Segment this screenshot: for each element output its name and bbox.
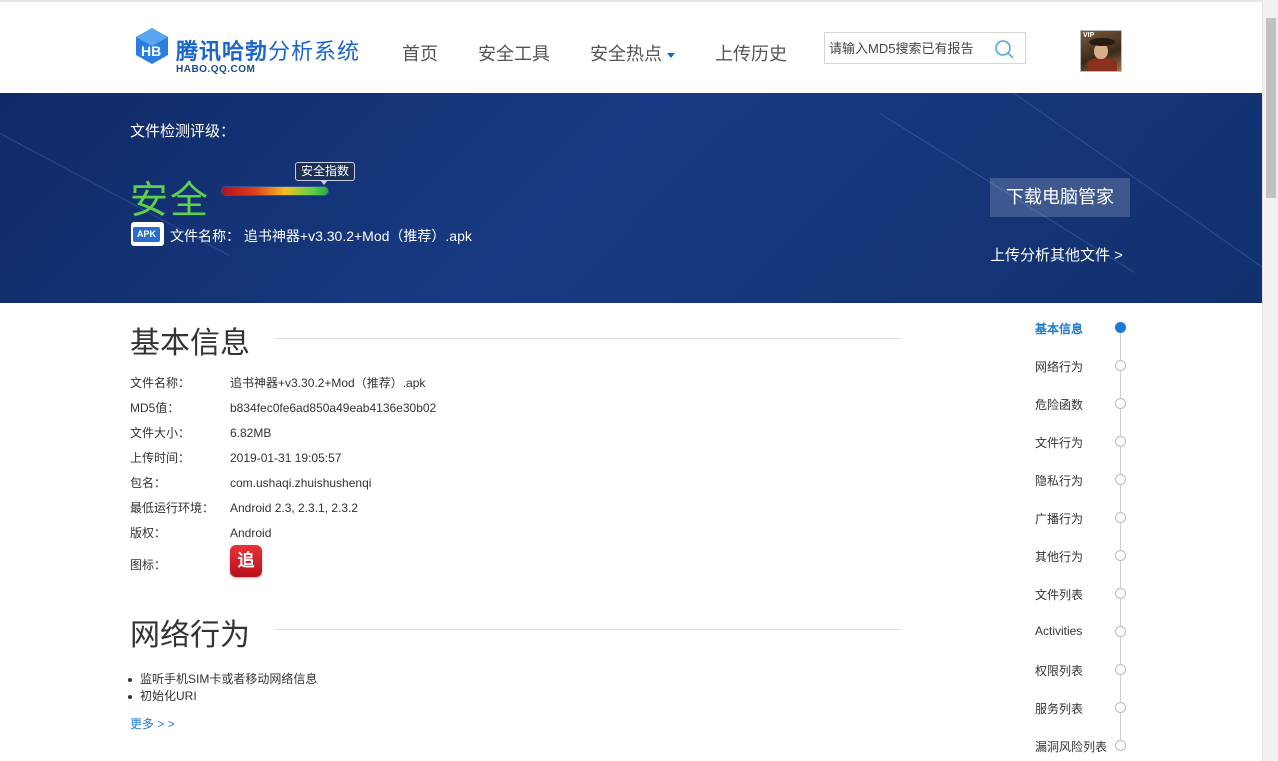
safety-index-tag: 安全指数 xyxy=(295,162,356,185)
banner-file-name: 文件名称： 追书神器+v3.30.2+Mod（推荐）.apk xyxy=(170,228,472,244)
safety-meter xyxy=(222,187,328,195)
top-header: HB 腾讯哈勃分析系统 HABO.QQ.COM 首页 安全工具 安全热点 上传历… xyxy=(0,0,1262,93)
side-nav-broadcast[interactable]: 广播行为 xyxy=(1035,510,1083,527)
search-icon[interactable] xyxy=(993,39,1015,59)
info-row-package: 包名： com.ushaqi.zhuishushenqi xyxy=(130,474,371,491)
app-icon: 追 xyxy=(230,545,262,577)
more-link[interactable]: 更多 > > xyxy=(130,715,175,732)
info-row-file-name: 文件名称： 追书神器+v3.30.2+Mod（推荐）.apk xyxy=(130,374,425,391)
section-divider xyxy=(275,338,901,339)
vip-badge: VIP xyxy=(1083,32,1095,39)
side-nav-permissions[interactable]: 权限列表 xyxy=(1035,662,1083,679)
list-item: 监听手机SIM卡或者移动网络信息 xyxy=(127,672,318,686)
side-nav-dot[interactable] xyxy=(1115,588,1126,599)
side-nav-dot[interactable] xyxy=(1115,436,1126,447)
result-banner: 文件检测评级： 安全 安全指数 APK 文件名称： 追书神器+v3.30.2+M… xyxy=(0,93,1262,303)
logo-title-light: 分析系统 xyxy=(268,39,361,64)
info-value: com.ushaqi.zhuishushenqi xyxy=(230,476,372,490)
nav-security-tools[interactable]: 安全工具 xyxy=(478,40,550,66)
info-key: 包名： xyxy=(130,476,167,490)
side-nav-file-list[interactable]: 文件列表 xyxy=(1035,586,1083,603)
info-key: MD5值： xyxy=(130,401,180,415)
habo-logo[interactable]: HB 腾讯哈勃分析系统 HABO.QQ.COM xyxy=(132,24,372,76)
info-row-icon: 图标： xyxy=(130,556,230,573)
info-value: b834fec0fe6ad850a49eab4136e30b02 xyxy=(230,401,437,415)
info-row-upload-time: 上传时间： 2019-01-31 19:05:57 xyxy=(130,449,341,466)
info-row-file-size: 文件大小： 6.82MB xyxy=(130,424,271,441)
rating-label: 文件检测评级： xyxy=(130,123,236,140)
info-value: Android xyxy=(230,526,272,540)
side-nav-dot[interactable] xyxy=(1115,664,1126,675)
side-nav-timeline xyxy=(1120,328,1121,746)
nav-home[interactable]: 首页 xyxy=(402,40,438,66)
info-value: 2019-01-31 19:05:57 xyxy=(230,451,342,465)
basic-info-title: 基本信息 xyxy=(130,327,250,360)
apk-file-icon-text: APK xyxy=(133,227,160,242)
chevron-down-icon xyxy=(667,52,675,58)
nav-security-hotspots[interactable]: 安全热点 xyxy=(590,40,675,66)
side-nav-dot[interactable] xyxy=(1115,474,1126,485)
section-divider xyxy=(275,629,901,630)
download-pc-manager-button[interactable]: 下载电脑管家 xyxy=(990,178,1130,217)
nav-upload-history[interactable]: 上传历史 xyxy=(715,40,787,66)
side-nav-dot[interactable] xyxy=(1115,626,1126,637)
info-row-min-env: 最低运行环境： Android 2.3, 2.3.1, 2.3.2 xyxy=(130,499,358,516)
md5-search-box xyxy=(824,32,1026,64)
rating-value: 安全 xyxy=(130,180,211,222)
info-value: 6.82MB xyxy=(230,426,272,440)
info-key: 最低运行环境： xyxy=(130,501,215,515)
side-nav-privacy[interactable]: 隐私行为 xyxy=(1035,472,1083,489)
info-key: 文件名称： xyxy=(130,376,191,390)
side-nav-dot[interactable] xyxy=(1115,360,1126,371)
logo-title-bold: 腾讯哈勃 xyxy=(176,39,269,64)
scrollbar-thumb[interactable] xyxy=(1266,18,1276,198)
logo-title: 腾讯哈勃分析系统 xyxy=(176,34,360,66)
info-key: 图标： xyxy=(130,558,167,572)
nav-security-hotspots-label: 安全热点 xyxy=(590,44,662,64)
side-nav-services[interactable]: 服务列表 xyxy=(1035,700,1083,717)
info-row-md5: MD5值： b834fec0fe6ad850a49eab4136e30b02 xyxy=(130,399,436,416)
info-key: 版权： xyxy=(130,526,167,540)
side-nav-dot[interactable] xyxy=(1115,322,1126,333)
info-value: 追书神器+v3.30.2+Mod（推荐）.apk xyxy=(230,376,426,390)
info-key: 文件大小： xyxy=(130,426,191,440)
md5-search-input[interactable] xyxy=(825,33,990,63)
side-nav-dot[interactable] xyxy=(1115,550,1126,561)
info-key: 上传时间： xyxy=(130,451,191,465)
side-nav-file-behavior[interactable]: 文件行为 xyxy=(1035,434,1083,451)
habo-logo-icon: HB xyxy=(136,28,168,64)
side-nav-other[interactable]: 其他行为 xyxy=(1035,548,1083,565)
svg-text:HB: HB xyxy=(141,43,161,59)
side-nav-dot[interactable] xyxy=(1115,702,1126,713)
network-behavior-list: 监听手机SIM卡或者移动网络信息 初始化URI xyxy=(127,671,318,705)
side-nav-network[interactable]: 网络行为 xyxy=(1035,358,1083,375)
upload-other-file-link[interactable]: 上传分析其他文件 > xyxy=(990,244,1123,265)
side-nav-basic-info[interactable]: 基本信息 xyxy=(1035,320,1083,337)
apk-file-icon: APK xyxy=(131,222,164,246)
user-avatar[interactable]: VIP xyxy=(1080,30,1122,72)
side-nav-dangerous-functions[interactable]: 危险函数 xyxy=(1035,396,1083,413)
side-nav-vulnerabilities[interactable]: 漏洞风险列表 xyxy=(1035,738,1107,755)
avatar-robe xyxy=(1087,58,1117,71)
side-nav-dot[interactable] xyxy=(1115,398,1126,409)
info-value: Android 2.3, 2.3.1, 2.3.2 xyxy=(230,501,359,515)
main-nav: 首页 安全工具 安全热点 上传历史 xyxy=(402,40,827,66)
list-item: 初始化URI xyxy=(127,688,317,705)
avatar-hat xyxy=(1089,38,1115,46)
info-row-copyright: 版权： Android xyxy=(130,524,271,541)
page-scrollbar[interactable] xyxy=(1262,0,1278,761)
network-behavior-title: 网络行为 xyxy=(130,619,250,652)
side-nav-dot[interactable] xyxy=(1115,512,1126,523)
side-nav-dot[interactable] xyxy=(1115,740,1126,751)
side-nav-activities[interactable]: Activities xyxy=(1035,624,1082,638)
logo-subtitle: HABO.QQ.COM xyxy=(176,64,256,75)
